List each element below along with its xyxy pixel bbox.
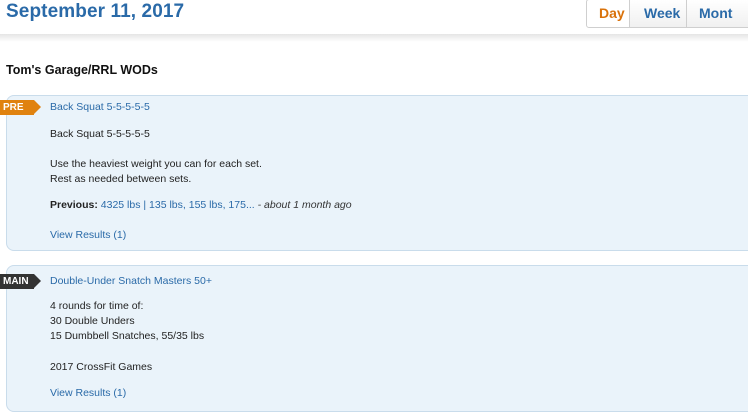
header-divider — [0, 34, 748, 42]
workout-description-line: Rest as needed between sets. — [50, 173, 192, 185]
workout-description-line: Use the heaviest weight you can for each… — [50, 158, 262, 170]
workout-description-line: Back Squat 5-5-5-5-5 — [50, 128, 150, 140]
main-badge: MAIN — [0, 274, 41, 289]
previous-result: Previous: 4325 lbs | 135 lbs, 155 lbs, 1… — [50, 199, 352, 211]
view-results-link[interactable]: View Results (1) — [50, 229, 126, 241]
previous-label: Previous: — [50, 199, 98, 211]
view-tabs: Day Week Mont — [586, 0, 748, 28]
tab-week[interactable]: Week — [630, 0, 687, 28]
previous-result-link[interactable]: 4325 lbs | 135 lbs, 155 lbs, 175... — [101, 199, 255, 211]
tab-month[interactable]: Mont — [687, 0, 748, 28]
previous-time: - about 1 month ago — [257, 199, 352, 211]
workout-description-line: 30 Double Unders — [50, 315, 135, 327]
workout-title-link[interactable]: Double-Under Snatch Masters 50+ — [50, 275, 212, 287]
tab-day[interactable]: Day — [586, 0, 630, 28]
page-title-date: September 11, 2017 — [6, 1, 185, 22]
workout-title-link[interactable]: Back Squat 5-5-5-5-5 — [50, 101, 150, 113]
workout-description-line: 15 Dumbbell Snatches, 55/35 lbs — [50, 330, 205, 342]
workout-description-line: 2017 CrossFit Games — [50, 361, 153, 373]
view-results-link[interactable]: View Results (1) — [50, 387, 126, 399]
pre-badge: PRE — [0, 100, 41, 115]
section-title: Tom's Garage/RRL WODs — [6, 63, 158, 77]
workout-description-line: 4 rounds for time of: — [50, 300, 144, 312]
